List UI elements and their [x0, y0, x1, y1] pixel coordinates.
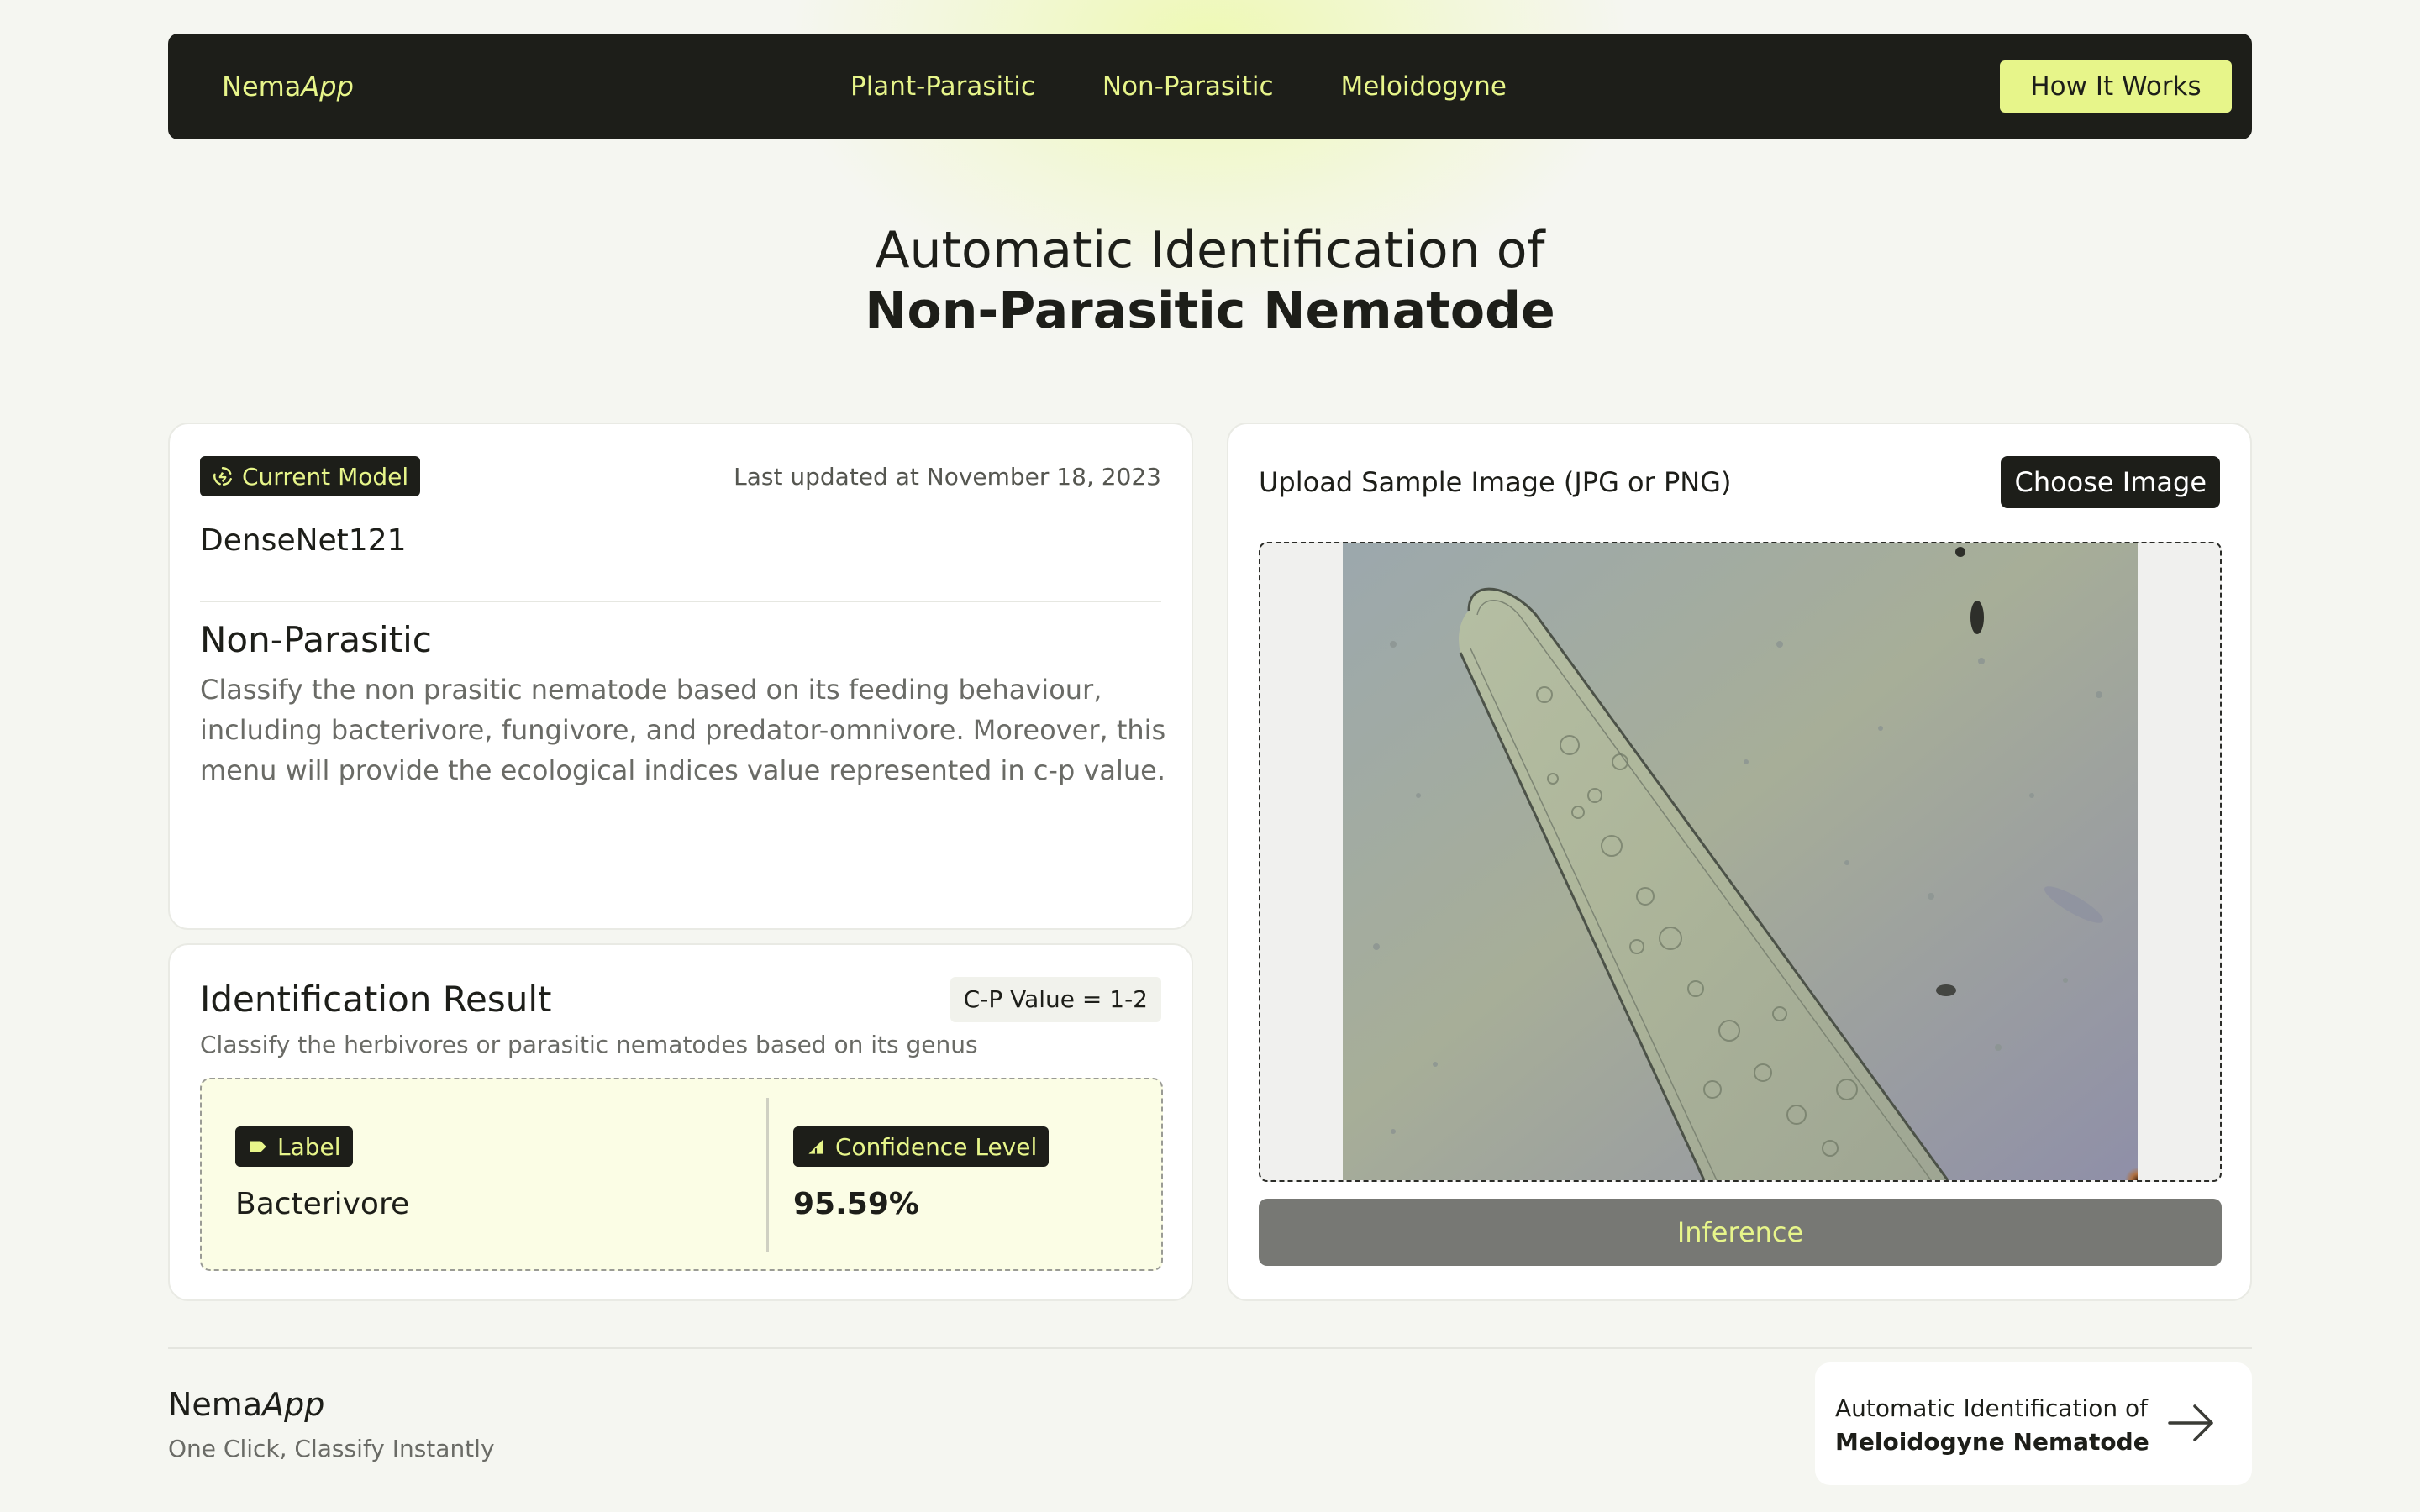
signal-icon — [808, 1139, 823, 1154]
next-page-link[interactable]: Automatic Identification of Meloidogyne … — [1815, 1362, 2252, 1485]
tag-icon — [250, 1141, 266, 1152]
result-separator — [766, 1098, 769, 1252]
arrow-right-icon — [2168, 1404, 2213, 1441]
upload-title: Upload Sample Image (JPG or PNG) — [1259, 466, 1732, 498]
inference-button[interactable]: Inference — [1259, 1199, 2222, 1266]
next-page-line2: Meloidogyne Nematode — [1835, 1428, 2149, 1456]
choose-image-button[interactable]: Choose Image — [2001, 456, 2220, 508]
image-drop-zone[interactable] — [1259, 542, 2222, 1182]
brand-accent: App — [301, 71, 354, 102]
label-column: Label Bacterivore — [235, 1126, 409, 1221]
mode-title: Non-Parasitic — [200, 619, 432, 660]
label-badge-text: Label — [277, 1132, 341, 1161]
nav-link-plant-parasitic[interactable]: Plant-Parasitic — [850, 71, 1035, 102]
how-it-works-button[interactable]: How It Works — [2000, 60, 2232, 113]
footer-tagline: One Click, Classify Instantly — [168, 1435, 495, 1462]
footer-brand[interactable]: NemaApp — [168, 1386, 324, 1423]
page-title-line2: Non-Parasitic Nematode — [865, 281, 1555, 340]
upload-card: Upload Sample Image (JPG or PNG) Choose … — [1227, 423, 2252, 1301]
brand-logo[interactable]: NemaApp — [222, 34, 354, 139]
mode-description: Classify the non prasitic nematode based… — [200, 674, 1166, 786]
recycle-icon — [213, 467, 232, 486]
footer-brand-accent: App — [262, 1386, 325, 1423]
label-value: Bacterivore — [235, 1187, 410, 1221]
last-updated-text: Last updated at November 18, 2023 — [734, 463, 1161, 491]
nav-link-non-parasitic[interactable]: Non-Parasitic — [1102, 71, 1274, 102]
nav-link-meloidogyne[interactable]: Meloidogyne — [1341, 71, 1507, 102]
divider — [200, 601, 1161, 602]
identification-result-card: Identification Result C-P Value = 1-2 Cl… — [168, 943, 1193, 1301]
footer-brand-main: Nema — [168, 1386, 263, 1423]
confidence-column: Confidence Level 95.59% — [793, 1126, 1050, 1221]
current-model-badge: Current Model — [200, 456, 421, 496]
cp-value-chip: C-P Value = 1-2 — [950, 977, 1161, 1022]
page-title-line1: Automatic Identification of — [875, 221, 1545, 280]
page-title: Automatic Identification of Non-Parasiti… — [0, 220, 2420, 341]
footer-divider — [168, 1347, 2252, 1349]
brand-main: Nema — [222, 71, 302, 102]
confidence-badge-text: Confidence Level — [835, 1132, 1038, 1161]
result-title: Identification Result — [200, 979, 552, 1020]
model-name: DenseNet121 — [200, 523, 407, 558]
result-subtitle: Classify the herbivores or parasitic nem… — [200, 1031, 978, 1058]
confidence-value: 95.59% — [793, 1187, 919, 1221]
top-navbar: NemaApp Plant-Parasitic Non-Parasitic Me… — [168, 34, 2252, 139]
nav-links: Plant-Parasitic Non-Parasitic Meloidogyn… — [850, 34, 1507, 139]
current-model-label: Current Model — [242, 462, 409, 491]
next-page-line1: Automatic Identification of — [1835, 1394, 2148, 1422]
model-card: Current Model Last updated at November 1… — [168, 423, 1193, 930]
confidence-badge: Confidence Level — [793, 1126, 1050, 1167]
nematode-sample-image — [1343, 543, 2138, 1180]
result-box: Label Bacterivore Confidence Level 95.59… — [200, 1078, 1163, 1271]
label-badge: Label — [235, 1126, 353, 1167]
